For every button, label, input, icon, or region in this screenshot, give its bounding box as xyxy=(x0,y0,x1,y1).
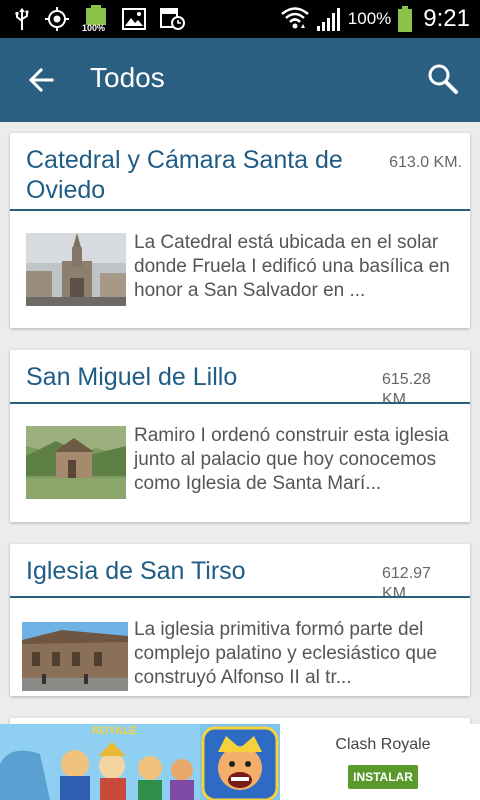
place-title: San Miguel de Lillo xyxy=(26,363,238,391)
page-title: Todos xyxy=(90,62,165,93)
place-card[interactable]: Iglesia de San Tirso 612.97 KM. La igles… xyxy=(10,544,470,696)
signal-icon xyxy=(316,8,340,31)
clock: 9:21 xyxy=(423,5,470,32)
back-button[interactable] xyxy=(22,62,62,98)
battery-icon xyxy=(398,6,413,32)
search-button[interactable] xyxy=(426,62,460,96)
title-divider xyxy=(10,402,470,404)
install-button[interactable]: INSTALAR xyxy=(348,765,418,789)
place-description: La iglesia primitiva formó parte del com… xyxy=(134,619,438,688)
arrow-left-icon xyxy=(28,67,54,93)
title-divider xyxy=(10,209,470,211)
ad-artwork: ROYALE xyxy=(0,724,280,800)
place-description: Ramiro I ordenó construir esta iglesia j… xyxy=(134,425,449,494)
place-card[interactable]: Catedral y Cámara Santa de Oviedo 613.0 … xyxy=(10,133,470,328)
place-distance: 615.28 KM. xyxy=(382,371,431,402)
place-thumbnail xyxy=(26,233,126,306)
search-icon xyxy=(428,64,458,94)
status-bar: 100% 100% 9:21 xyxy=(0,0,480,38)
wifi-icon xyxy=(280,7,309,29)
place-description: La Catedral está ubicada en el solar don… xyxy=(134,232,450,301)
place-distance: 613.0 KM. xyxy=(389,154,462,171)
ad-banner[interactable]: ROYALE Clash Royale INSTALAR xyxy=(0,724,480,800)
battery-percent: 100% xyxy=(347,9,392,28)
cathedral-image xyxy=(26,233,126,306)
status-bar-notifications: 100% xyxy=(14,5,186,33)
battery-notification-label: 100% xyxy=(82,23,106,33)
church-landscape-image xyxy=(26,426,126,499)
place-card[interactable]: San Miguel de Lillo 615.28 KM. Ramiro I … xyxy=(10,350,470,522)
ad-app-name: Clash Royale xyxy=(335,736,431,753)
status-bar-system: 100% 9:21 xyxy=(280,0,470,38)
place-thumbnail xyxy=(26,426,126,499)
app-bar: Todos xyxy=(0,38,480,122)
calendar-clock-icon xyxy=(160,8,185,30)
title-divider xyxy=(10,596,470,598)
place-thumbnail xyxy=(22,622,128,691)
place-distance: 612.97 KM. xyxy=(382,565,431,596)
usb-icon xyxy=(15,8,29,30)
image-icon xyxy=(122,8,146,30)
church-street-image xyxy=(22,622,128,691)
place-title: Catedral y Cámara Santa de Oviedo xyxy=(26,146,343,204)
gps-icon xyxy=(45,7,69,31)
place-title: Iglesia de San Tirso xyxy=(26,557,246,585)
battery-notification-icon: 100% xyxy=(82,5,108,33)
ad-art-text: ROYALE xyxy=(92,725,137,737)
